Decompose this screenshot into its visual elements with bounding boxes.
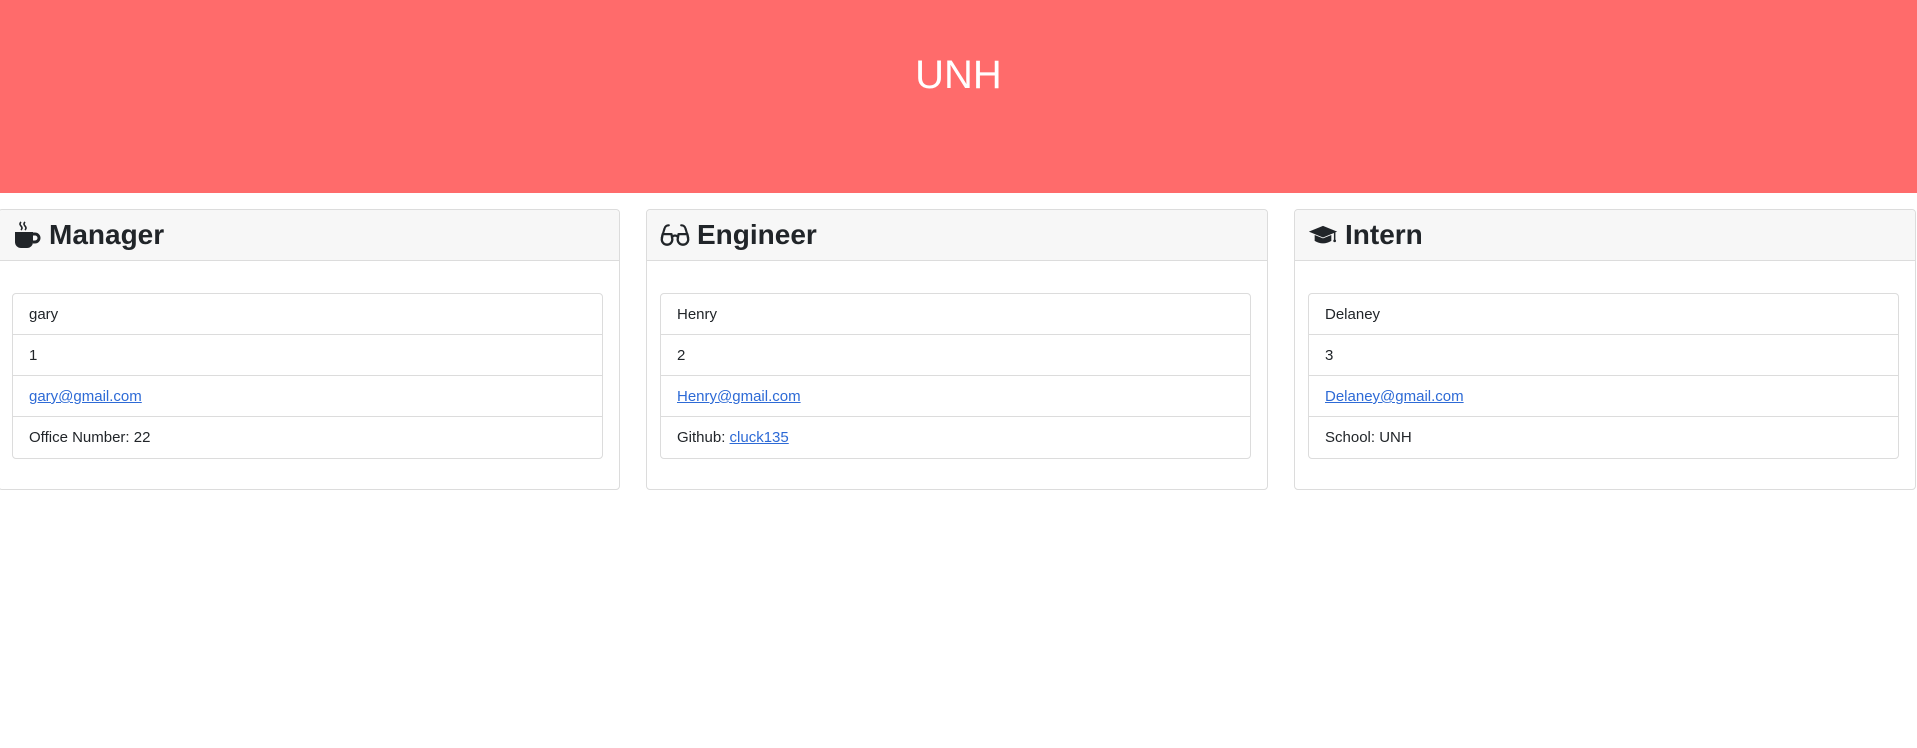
- info-list: Delaney 3 Delaney@gmail.com School: UNH: [1308, 293, 1899, 459]
- info-list: gary 1 gary@gmail.com Office Number: 22: [12, 293, 603, 459]
- graduation-cap-icon: [1308, 220, 1338, 250]
- engineer-card: Engineer Henry 2 Henry@gmail.com Github:…: [646, 209, 1268, 490]
- github-link[interactable]: cluck135: [730, 429, 789, 446]
- employee-id: 1: [13, 335, 602, 376]
- employee-name: Henry: [661, 294, 1250, 335]
- manager-card: Manager gary 1 gary@gmail.com Office Num…: [0, 209, 620, 490]
- card-title: Engineer: [697, 219, 817, 250]
- page-title: UNH: [915, 53, 1002, 97]
- card-title: Manager: [49, 219, 165, 250]
- card-title: Intern: [1345, 219, 1423, 250]
- card-header: Manager: [0, 210, 619, 261]
- email-link[interactable]: Delaney@gmail.com: [1325, 388, 1464, 405]
- coffee-icon: [12, 220, 42, 250]
- email-link[interactable]: gary@gmail.com: [29, 388, 142, 405]
- card-header: Intern: [1295, 210, 1915, 261]
- email-item: gary@gmail.com: [13, 376, 602, 417]
- email-link[interactable]: Henry@gmail.com: [677, 388, 801, 405]
- office-number: Office Number: 22: [29, 429, 151, 446]
- employee-id: 2: [661, 335, 1250, 376]
- employee-id: 3: [1309, 335, 1898, 376]
- employee-name: Delaney: [1309, 294, 1898, 335]
- glasses-icon: [660, 220, 690, 250]
- email-item: Delaney@gmail.com: [1309, 376, 1898, 417]
- page-header: UNH: [0, 0, 1917, 193]
- email-item: Henry@gmail.com: [661, 376, 1250, 417]
- school-item: School: UNH: [1325, 429, 1412, 446]
- intern-card: Intern Delaney 3 Delaney@gmail.com Schoo…: [1294, 209, 1916, 490]
- card-header: Engineer: [647, 210, 1267, 261]
- github-label: Github:: [677, 429, 730, 446]
- github-item: Github: cluck135: [661, 417, 1250, 458]
- employee-name: gary: [13, 294, 602, 335]
- info-list: Henry 2 Henry@gmail.com Github: cluck135: [660, 293, 1251, 459]
